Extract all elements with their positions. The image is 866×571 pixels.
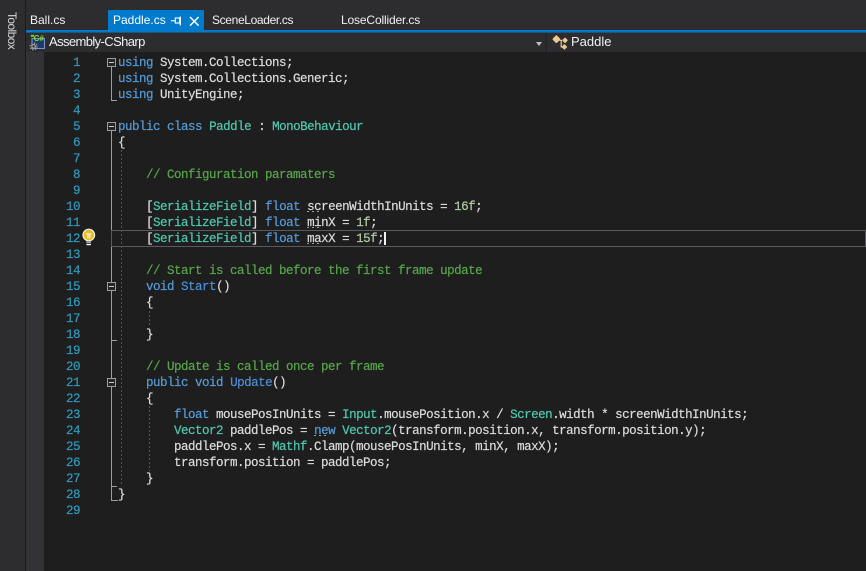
svg-text:C#: C# — [34, 34, 45, 43]
